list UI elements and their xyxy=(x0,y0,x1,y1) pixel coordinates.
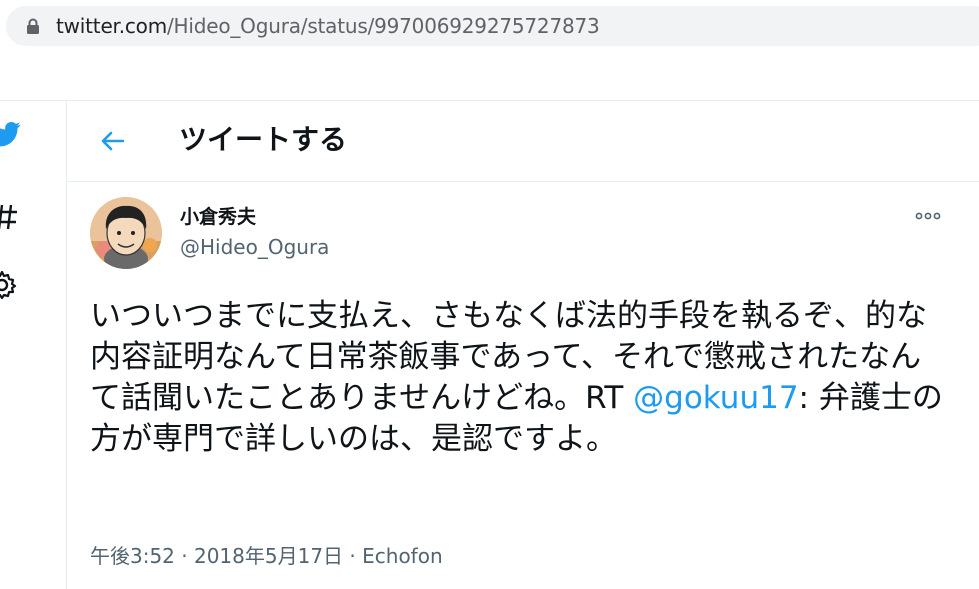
twitter-bird-icon[interactable] xyxy=(0,119,22,149)
hashtag-icon[interactable] xyxy=(0,203,18,231)
avatar[interactable] xyxy=(90,197,162,269)
lock-icon[interactable] xyxy=(26,18,40,34)
tweet-text: いついつまでに支払え、さもなくば法的手段を執るぞ、的な内容証明なんて日常茶飯事で… xyxy=(90,296,950,460)
url-text[interactable]: twitter.com/Hideo_Ogura/status/997006929… xyxy=(56,15,600,37)
page-title: ツイートする xyxy=(179,123,348,156)
left-nav xyxy=(0,101,66,589)
tweet-source[interactable]: Echofon xyxy=(362,544,443,568)
user-handle[interactable]: @Hideo_Ogura xyxy=(180,235,329,259)
url-host: twitter.com xyxy=(56,14,168,38)
gear-icon[interactable] xyxy=(0,269,18,301)
tweet-timestamp[interactable]: 午後3:52 · 2018年5月17日 xyxy=(90,544,343,568)
address-bar[interactable]: twitter.com/Hideo_Ogura/status/997006929… xyxy=(6,6,979,46)
tweet-meta: 午後3:52 · 2018年5月17日 · Echofon xyxy=(90,543,443,569)
url-path: /Hideo_Ogura/status/997006929275727873 xyxy=(167,14,600,38)
page-header: ツイートする xyxy=(67,101,979,182)
mention-link[interactable]: @gokuu17 xyxy=(633,380,798,416)
meta-separator: · xyxy=(343,544,363,568)
display-name[interactable]: 小倉秀夫 xyxy=(180,206,256,228)
avatar-illustration xyxy=(90,197,162,269)
back-arrow-icon[interactable] xyxy=(100,128,126,154)
more-options-icon[interactable] xyxy=(914,208,942,224)
